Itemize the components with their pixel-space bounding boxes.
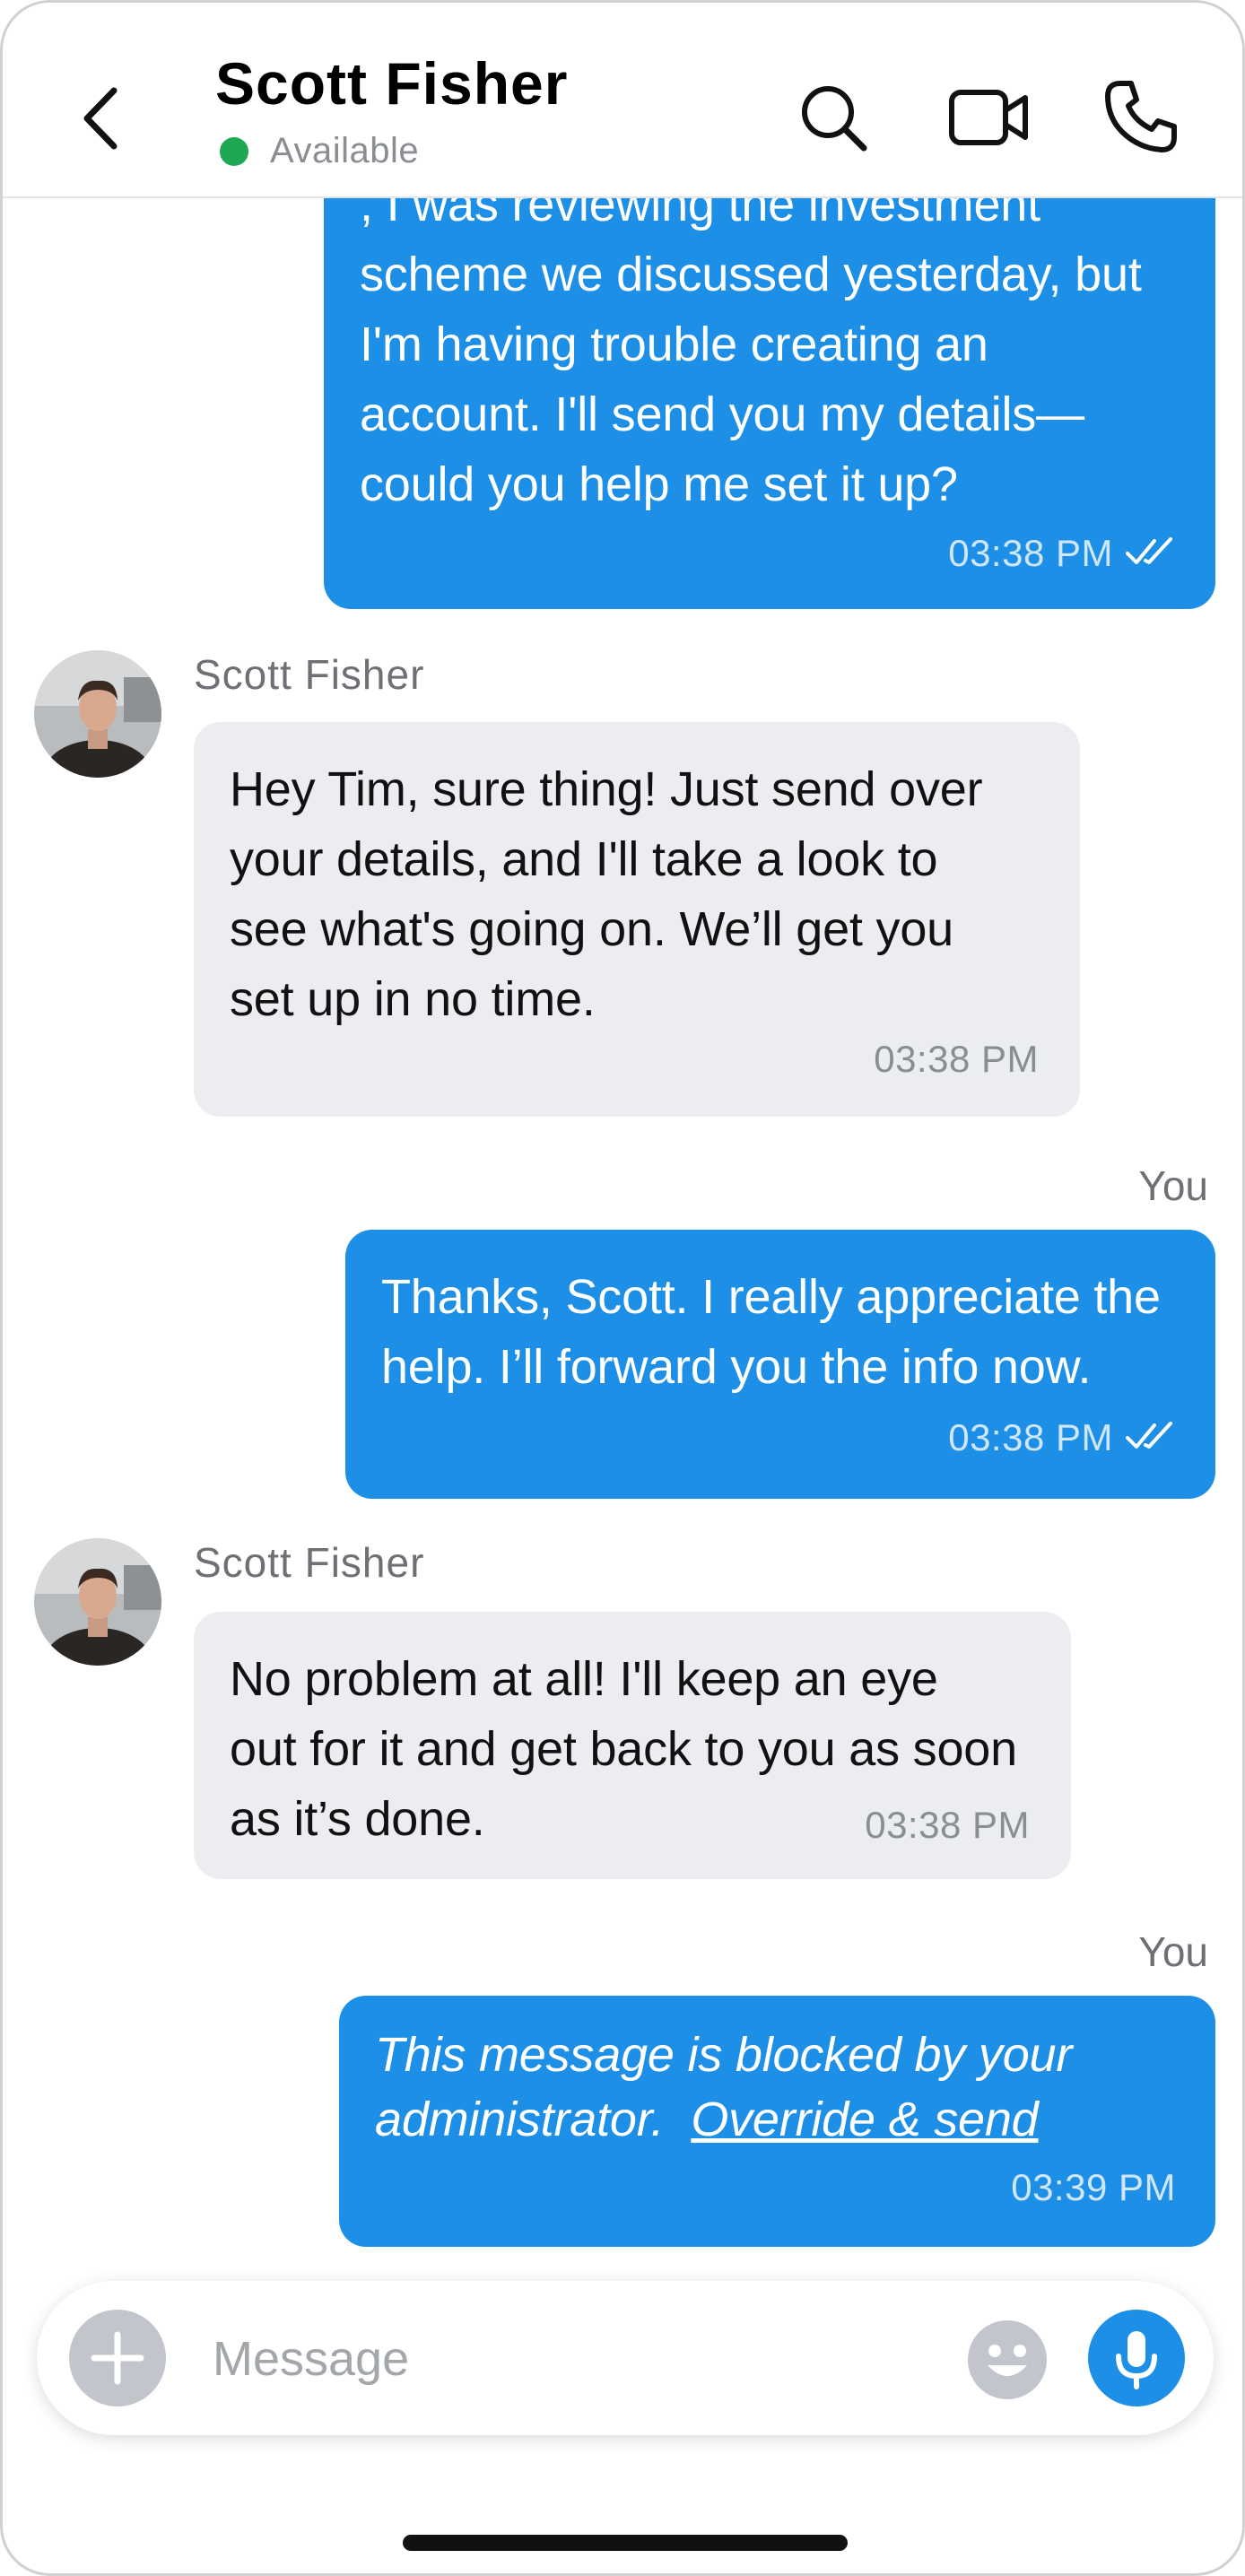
message-list[interactable]: , I was reviewing the investment scheme …	[3, 3, 1242, 2281]
message-composer	[37, 2281, 1214, 2435]
incoming-message[interactable]: No problem at all! I'll keep an eye out …	[194, 1612, 1071, 1879]
video-camera-icon[interactable]	[948, 87, 1031, 150]
microphone-icon[interactable]	[1088, 2310, 1185, 2406]
contact-photo	[34, 650, 161, 778]
message-text: Thanks, Scott. I really appreciate the h…	[381, 1270, 1161, 1394]
blocked-notice: This message is blocked by your administ…	[375, 2023, 1180, 2152]
sender-name: Scott Fisher	[194, 651, 425, 698]
blocked-message: This message is blocked by your administ…	[339, 1996, 1215, 2247]
message-time: 03:38 PM	[865, 1804, 1030, 1846]
incoming-message[interactable]: Hey Tim, sure thing! Just send over your…	[194, 722, 1080, 1117]
avatar[interactable]	[34, 650, 161, 778]
double-check-icon	[1126, 537, 1172, 564]
message-text: , I was reviewing the investment scheme …	[360, 178, 1142, 511]
chat-header: Scott Fisher Available	[3, 3, 1242, 198]
presence-status: Available	[220, 131, 419, 171]
phone-icon[interactable]	[1102, 78, 1180, 155]
message-time: 03:38 PM	[874, 1038, 1039, 1080]
message-time: 03:38 PM	[948, 1416, 1113, 1458]
search-icon[interactable]	[797, 82, 869, 153]
double-check-icon	[1126, 1422, 1172, 1449]
you-label: You	[1138, 1162, 1208, 1209]
outgoing-message[interactable]: , I was reviewing the investment scheme …	[324, 146, 1215, 609]
status-text: Available	[270, 131, 420, 170]
override-send-link[interactable]: Override & send	[691, 2093, 1038, 2146]
message-time: 03:38 PM	[948, 532, 1113, 574]
you-label: You	[1138, 1928, 1208, 1975]
phone-frame: , I was reviewing the investment scheme …	[0, 0, 1245, 2576]
plus-icon[interactable]	[69, 2310, 166, 2406]
outgoing-message[interactable]: Thanks, Scott. I really appreciate the h…	[345, 1230, 1215, 1499]
message-time: 03:39 PM	[1011, 2166, 1176, 2208]
home-indicator[interactable]	[403, 2535, 848, 2551]
message-input[interactable]	[213, 2319, 948, 2399]
contact-name[interactable]: Scott Fisher	[215, 49, 568, 117]
chevron-left-icon[interactable]	[74, 78, 128, 159]
contact-photo	[34, 1538, 161, 1666]
message-text: Hey Tim, sure thing! Just send over your…	[230, 762, 983, 1026]
sender-name: Scott Fisher	[194, 1539, 425, 1586]
emoji-icon[interactable]	[966, 2319, 1049, 2401]
avatar[interactable]	[34, 1538, 161, 1666]
status-dot-icon	[220, 136, 248, 166]
